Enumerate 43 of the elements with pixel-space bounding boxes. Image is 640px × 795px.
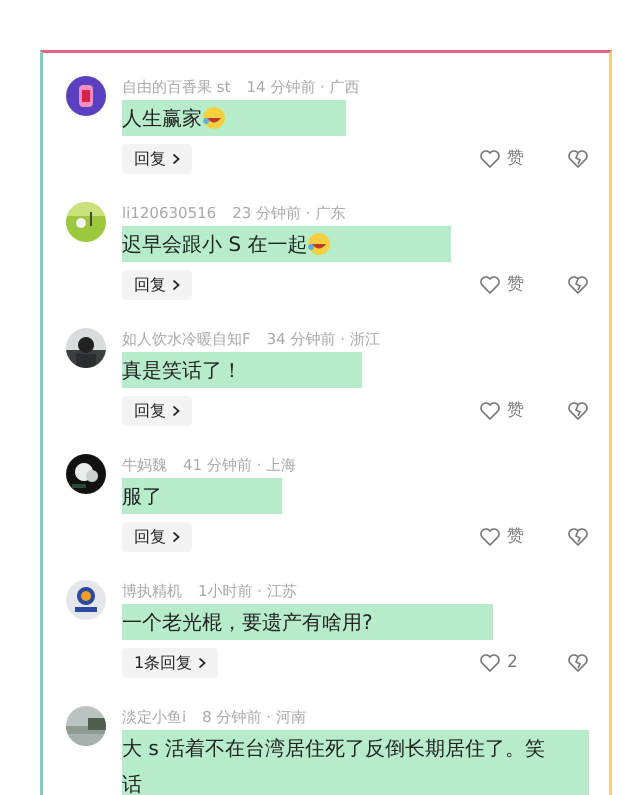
heart-icon[interactable] (479, 527, 501, 547)
comment-time-location: 8 分钟前 · 河南 (202, 707, 306, 728)
chevron-icon (172, 531, 180, 543)
like-count: 赞 (507, 525, 524, 548)
like-count: 赞 (507, 147, 524, 170)
heart-icon[interactable] (479, 149, 501, 169)
heart-icon[interactable] (479, 275, 501, 295)
broken-heart-icon[interactable] (567, 653, 589, 673)
comment-text: 大 s 活着不在台湾居住死了反倒长期居住了。笑话 (122, 730, 589, 795)
user-name: 如人饮水冷暖自知F (122, 329, 251, 350)
chevron-icon (198, 657, 206, 669)
reply-button[interactable]: 回复 (122, 522, 192, 552)
chevron-icon (172, 405, 180, 417)
reply-button[interactable]: 回复 (122, 144, 192, 174)
reply-button[interactable]: 回复 (122, 396, 192, 426)
comment-text: 服了 (122, 478, 282, 514)
user-name: li120630516 (122, 203, 216, 224)
broken-heart-icon[interactable] (567, 149, 589, 169)
user-name: 淡定小鱼i (122, 707, 186, 728)
heart-icon[interactable] (479, 401, 501, 421)
comment-text: 真是笑话了！ (122, 352, 362, 388)
user-name: 自由的百香果 st (122, 77, 230, 98)
broken-heart-icon[interactable] (567, 275, 589, 295)
like-count: 赞 (507, 273, 524, 296)
reply-button[interactable]: 回复 (122, 270, 192, 300)
comment-time-location: 41 分钟前 · 上海 (183, 455, 296, 476)
comment-text: 一个老光棍，要遗产有啥用? (122, 604, 493, 640)
broken-heart-icon[interactable] (567, 527, 589, 547)
comment-time-location: 14 分钟前 · 广西 (246, 77, 360, 98)
comment-time-location: 23 分钟前 · 广东 (232, 203, 346, 224)
chevron-icon (172, 153, 180, 165)
like-count: 赞 (507, 399, 524, 422)
broken-heart-icon[interactable] (567, 401, 589, 421)
heart-icon[interactable] (479, 653, 501, 673)
comment-text: 人生赢家 (122, 100, 202, 136)
chevron-icon (172, 279, 180, 291)
like-count: 2 (507, 651, 518, 674)
comment-time-location: 1小时前 · 江苏 (198, 581, 297, 602)
reply-button[interactable]: 1条回复 (122, 648, 218, 678)
user-name: 博执精机 (122, 581, 182, 602)
user-name: 牛妈魏 (122, 455, 167, 476)
comment-text: 迟早会跟小 S 在一起 (122, 226, 308, 262)
comment-time-location: 34 分钟前 · 浙江 (266, 329, 380, 350)
